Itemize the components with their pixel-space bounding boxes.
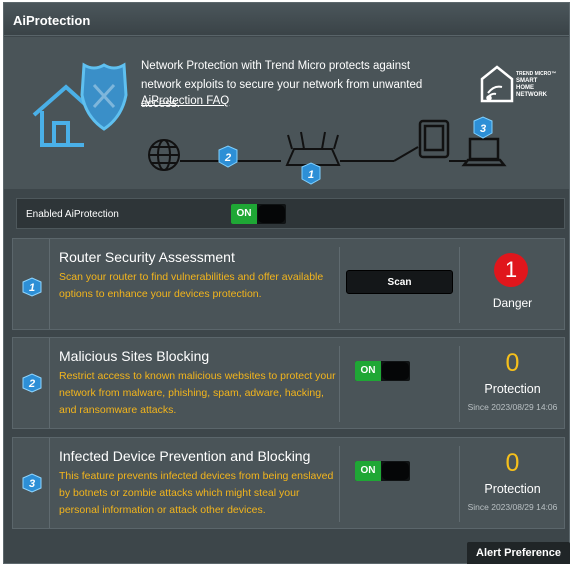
aiprotection-panel: AiProtection 2 1 3 Network Protection wi… <box>3 2 570 564</box>
infected-device-toggle[interactable]: ON <box>355 461 410 481</box>
card-title: Router Security Assessment <box>59 249 235 265</box>
step-1-badge-icon: 1 <box>22 277 42 297</box>
logo-line-smart: SMART <box>516 78 538 84</box>
trend-micro-logo <box>480 65 514 103</box>
svg-text:2: 2 <box>28 378 35 390</box>
toggle-knob <box>382 462 409 480</box>
malicious-sites-card: 2 Malicious Sites Blocking Restrict acce… <box>12 337 565 429</box>
logo-line-brand: TREND MICRO™ <box>516 71 557 77</box>
hero-banner: 2 1 3 Network Protection with Trend Micr… <box>4 37 569 189</box>
svg-text:3: 3 <box>29 478 35 490</box>
svg-text:3: 3 <box>480 123 486 135</box>
svg-text:1: 1 <box>29 282 35 294</box>
page-title: AiProtection <box>13 13 91 28</box>
since-timestamp: Since 2023/08/29 14:06 <box>467 502 558 512</box>
alert-preference-button[interactable]: Alert Preference <box>467 542 570 564</box>
since-timestamp: Since 2023/08/29 14:06 <box>467 402 558 412</box>
diagram-badge-3: 3 <box>473 116 493 139</box>
card-description: Scan your router to find vulnerabilities… <box>59 271 324 300</box>
protection-count: 0 <box>505 449 520 477</box>
aiprotection-faq-link[interactable]: AiProtection FAQ <box>141 95 229 107</box>
step-2-badge-icon: 2 <box>22 373 42 393</box>
toggle-knob <box>258 205 285 223</box>
toggle-on-label: ON <box>355 361 381 381</box>
infected-device-card: 3 Infected Device Prevention and Blockin… <box>12 437 565 529</box>
toggle-knob <box>382 362 409 380</box>
protection-label: Protection <box>484 482 541 496</box>
router-security-card: 1 Router Security Assessment Scan your r… <box>12 238 565 330</box>
card-title: Infected Device Prevention and Blocking <box>59 448 311 464</box>
enable-aiprotection-toggle[interactable]: ON <box>231 204 286 224</box>
malicious-sites-toggle[interactable]: ON <box>355 361 410 381</box>
card-description: Restrict access to known malicious websi… <box>59 370 336 416</box>
router-icon <box>285 131 341 166</box>
divider <box>339 346 340 422</box>
title-bar: AiProtection <box>4 3 569 36</box>
card-description: This feature prevents infected devices f… <box>59 470 334 516</box>
phone-icon <box>418 119 450 159</box>
diagram-badge-1: 1 <box>301 162 321 185</box>
toggle-on-label: ON <box>231 204 257 224</box>
enable-aiprotection-label: Enabled AiProtection <box>26 209 119 220</box>
protection-label: Protection <box>484 382 541 396</box>
diagram-badge-2: 2 <box>218 145 238 168</box>
danger-count: 1 <box>494 253 528 287</box>
divider <box>459 247 460 323</box>
svg-text:2: 2 <box>224 152 231 164</box>
laptop-icon <box>461 137 507 167</box>
protection-count: 0 <box>505 349 520 377</box>
toggle-on-label: ON <box>355 461 381 481</box>
divider <box>339 247 340 323</box>
globe-icon <box>148 139 180 171</box>
house-shield-icon <box>32 62 128 147</box>
logo-line-home: HOME <box>516 85 534 91</box>
step-3-badge-icon: 3 <box>22 473 42 493</box>
divider <box>339 446 340 522</box>
enable-aiprotection-row: Enabled AiProtection ON <box>16 198 565 229</box>
card-title: Malicious Sites Blocking <box>59 348 210 364</box>
svg-text:1: 1 <box>308 169 314 181</box>
danger-label: Danger <box>492 296 533 310</box>
scan-button[interactable]: Scan <box>346 270 453 294</box>
logo-line-network: NETWORK <box>516 92 547 98</box>
